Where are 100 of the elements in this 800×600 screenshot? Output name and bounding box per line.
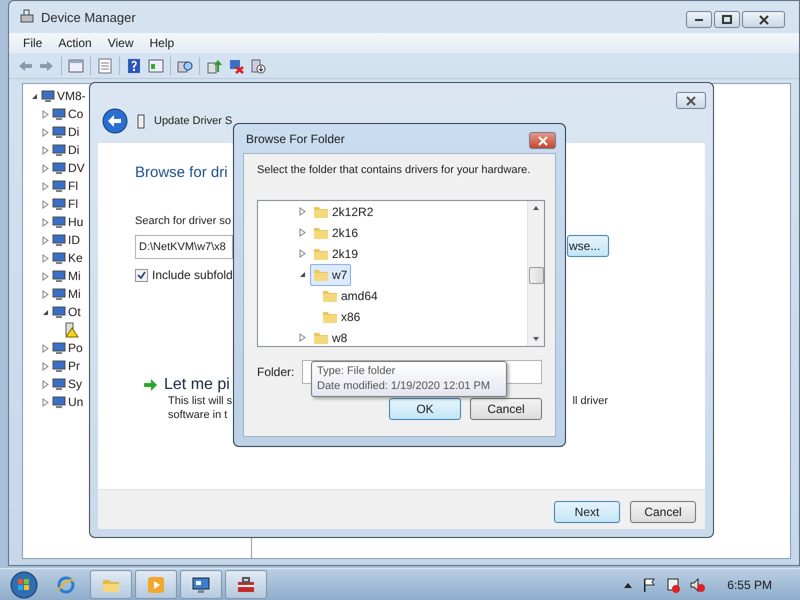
list-icon (97, 58, 113, 74)
tree-item-label[interactable]: Fl (68, 197, 78, 211)
collapse-arrow-icon[interactable] (30, 92, 39, 100)
tree-item-label[interactable]: Ot (68, 305, 81, 319)
menu-item[interactable]: View (100, 36, 142, 50)
checkbox[interactable] (135, 268, 148, 282)
tree-item-label[interactable]: Mi (68, 287, 81, 301)
menu-item[interactable]: Action (50, 36, 100, 50)
close-icon (686, 96, 696, 106)
folder-item[interactable]: amd64 (319, 284, 382, 306)
tree-item-label[interactable]: Mi (68, 269, 81, 283)
tree-item-label[interactable]: Hu (68, 215, 84, 229)
close-button[interactable] (742, 11, 785, 28)
device-icon (52, 341, 66, 355)
expand-arrow-icon[interactable] (298, 228, 307, 237)
device-icon (52, 143, 66, 157)
device-icon (52, 215, 66, 229)
device-icon (52, 161, 66, 175)
show-hidden-icon (623, 580, 634, 588)
scroll-down-icon (532, 336, 540, 342)
scrollbar[interactable] (527, 201, 544, 346)
device-icon (52, 359, 66, 373)
tree-item-label[interactable]: Di (68, 143, 80, 157)
clock: 6:55 PM (727, 578, 772, 592)
checkbox-label: Include subfold (152, 268, 233, 282)
monitor-icon (191, 574, 211, 594)
menu-item[interactable]: File (15, 36, 50, 50)
device-icon (52, 305, 66, 319)
close-button[interactable] (676, 92, 706, 109)
toolbox-icon (236, 574, 256, 594)
speaker-muted-icon (689, 576, 706, 592)
pick-driver-link[interactable]: Let me pi (164, 376, 230, 394)
window-pane-icon (148, 58, 164, 74)
wizard-title: Update Driver S (154, 115, 232, 127)
download-icon (250, 58, 266, 74)
maximize-icon (722, 14, 732, 24)
expand-arrow-icon[interactable] (298, 249, 307, 258)
minimize-icon (695, 18, 703, 20)
tooltip-line: Type: File folder (317, 364, 396, 379)
tree-item-label[interactable]: Ke (68, 251, 83, 265)
maximize-button[interactable] (714, 11, 740, 28)
tree-item-label[interactable]: ID (68, 233, 80, 247)
warning-device-icon (63, 322, 79, 338)
description-text: This list will s (168, 394, 232, 408)
folder-item[interactable]: 2k16 (310, 222, 362, 244)
window-title: Device Manager (41, 10, 136, 24)
tree-item-label[interactable]: VM8- (57, 89, 86, 103)
device-icon (52, 377, 66, 391)
folder-item[interactable]: w7 (310, 264, 352, 286)
tree-item-label[interactable]: Un (68, 395, 84, 409)
taskbar-app[interactable] (225, 570, 267, 599)
cancel-button[interactable]: Cancel (470, 398, 542, 420)
globe-icon (56, 574, 76, 594)
browse-button[interactable]: wse... (567, 235, 609, 257)
taskbar-app[interactable] (180, 570, 222, 599)
arrow-icon (143, 377, 158, 393)
path-field[interactable]: D:\NetKVM\w7\x8 (135, 235, 233, 259)
tree-item-label[interactable]: DV (68, 161, 85, 175)
tree-item-label[interactable]: Fl (68, 179, 78, 193)
scrollbar-thumb[interactable] (529, 267, 544, 284)
menu-item[interactable]: Help (142, 36, 182, 50)
flag-icon (641, 576, 658, 592)
dialog-title: Browse For Folder (246, 132, 345, 146)
tree-item-label[interactable]: Po (68, 341, 83, 355)
minimize-button[interactable] (686, 11, 712, 28)
search-label: Search for driver so (135, 215, 231, 227)
tree-item-label[interactable]: Pr (68, 359, 80, 373)
instruction-text: Select the folder that contains drivers for your hardware. (257, 164, 530, 176)
tree-item-label[interactable]: Co (68, 107, 84, 121)
expand-arrow-icon[interactable] (298, 207, 307, 216)
cancel-button[interactable]: Cancel (630, 501, 696, 523)
update-icon (206, 58, 222, 74)
device-icon (41, 89, 55, 103)
folder-label: Folder: (257, 365, 294, 379)
folder-item[interactable]: 2k19 (310, 242, 362, 264)
scroll-up-icon (532, 205, 540, 211)
tree-item-label[interactable]: Sy (68, 377, 82, 391)
back-button-icon (102, 108, 128, 134)
collapse-arrow-icon[interactable] (298, 270, 307, 279)
expand-arrow-icon[interactable] (298, 333, 307, 342)
next-button[interactable]: Next (554, 501, 620, 523)
folder-item[interactable]: w8 (310, 326, 352, 346)
ok-button[interactable]: OK (389, 398, 461, 420)
close-icon (538, 136, 548, 146)
close-button[interactable] (529, 132, 556, 149)
start-orb-icon (10, 570, 38, 598)
folder-item[interactable]: 2k12R2 (310, 201, 378, 222)
disable-icon (228, 58, 244, 74)
play-icon (146, 574, 166, 594)
description-text: software in t (168, 408, 228, 422)
tree-item-label[interactable]: Di (68, 125, 80, 139)
description-text: ll driver (572, 394, 608, 408)
close-icon (758, 14, 768, 24)
window-pane-icon (68, 58, 84, 74)
device-icon (52, 179, 66, 193)
folder-item[interactable]: x86 (319, 306, 364, 328)
collapse-arrow-icon[interactable] (41, 308, 50, 316)
help-icon (126, 58, 142, 74)
tooltip-line: Date modified: 1/19/2020 12:01 PM (317, 379, 492, 394)
wizard-heading: Browse for dri (135, 164, 228, 183)
